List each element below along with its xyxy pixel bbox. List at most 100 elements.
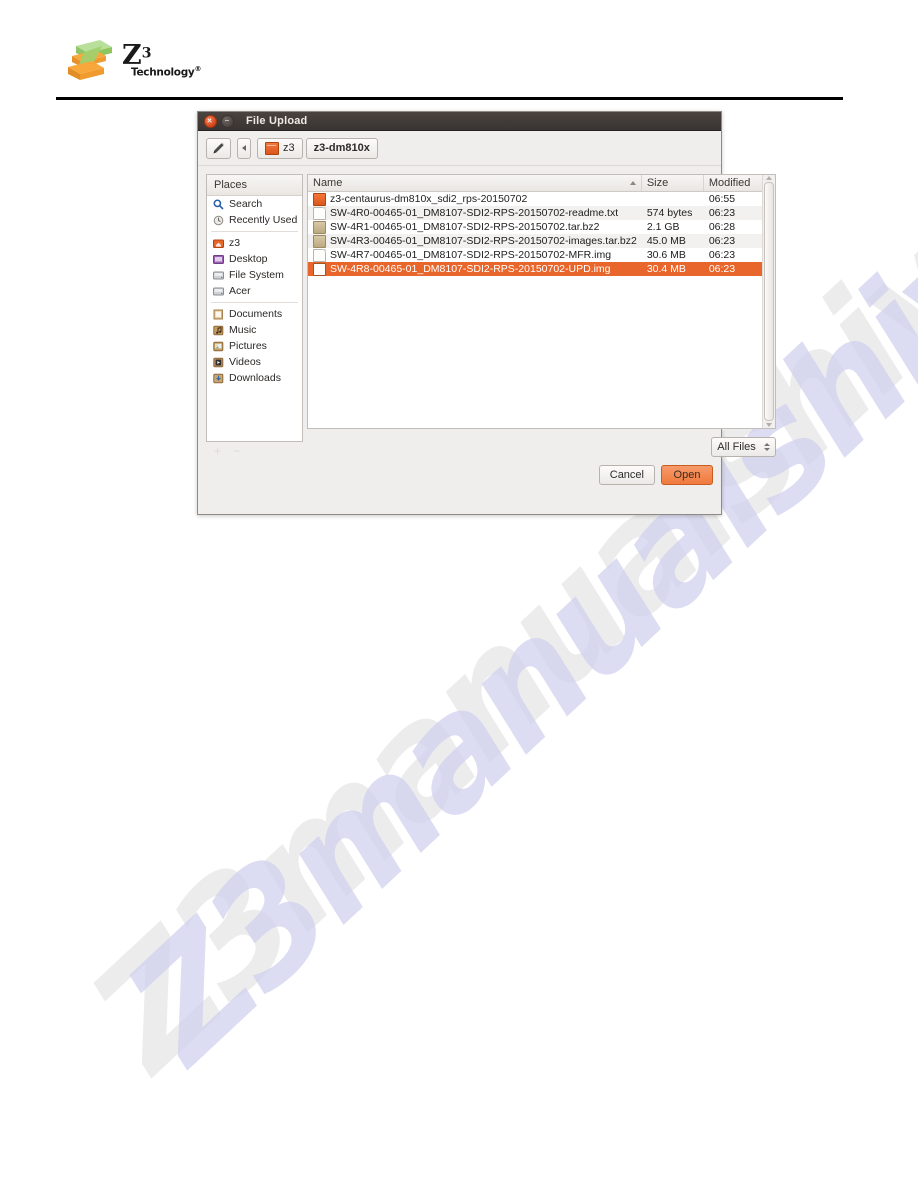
- file-modified-cell: 06:55: [708, 193, 736, 205]
- file-modified-cell: 06:23: [708, 249, 736, 261]
- sidebar-item-downloads[interactable]: Downloads: [207, 370, 302, 386]
- column-header-size-label: Size: [646, 177, 669, 189]
- drive-icon: [212, 285, 224, 297]
- filelist-vertical-scrollbar[interactable]: [761, 175, 775, 428]
- scroll-down-icon[interactable]: [765, 423, 772, 427]
- table-row-selected[interactable]: SW-4R8-00465-01_DM8107-SDI2-RPS-20150702…: [308, 262, 762, 276]
- file-type-filter-select[interactable]: All Files: [711, 437, 776, 457]
- brand-logo: Z3 Technology®: [62, 36, 201, 84]
- sidebar-item-desktop[interactable]: Desktop: [207, 251, 302, 267]
- drive-icon: [212, 269, 224, 281]
- sidebar-item-label: Desktop: [229, 253, 268, 265]
- file-name-cell: SW-4R1-00465-01_DM8107-SDI2-RPS-20150702…: [308, 220, 642, 234]
- sidebar-item-file-system[interactable]: File System: [207, 267, 302, 283]
- table-row[interactable]: SW-4R1-00465-01_DM8107-SDI2-RPS-20150702…: [308, 220, 762, 234]
- sidebar-item-z3[interactable]: z3: [207, 235, 302, 251]
- column-header-modified-label: Modified: [708, 177, 751, 189]
- file-upload-dialog: File Upload z3 z3-dm810x Places Search R…: [197, 111, 776, 515]
- sidebar-item-label: z3: [229, 237, 241, 249]
- sidebar-item-recently-used[interactable]: Recently Used: [207, 212, 302, 228]
- chevron-updown-icon: [763, 443, 770, 451]
- file-name-label: SW-4R8-00465-01_DM8107-SDI2-RPS-20150702…: [330, 263, 611, 275]
- breadcrumb-label: z3-dm810x: [313, 142, 370, 154]
- places-divider: [211, 302, 298, 303]
- sidebar-item-acer[interactable]: Acer: [207, 283, 302, 299]
- videos-icon: [212, 356, 224, 368]
- file-size-cell: 2.1 GB: [646, 221, 680, 233]
- file-size-cell: 30.6 MB: [646, 249, 686, 261]
- type-location-button[interactable]: [206, 137, 231, 159]
- file-name-label: SW-4R3-00465-01_DM8107-SDI2-RPS-20150702…: [330, 235, 637, 247]
- file-size-cell: 30.4 MB: [646, 263, 686, 275]
- filelist-area: Name Size Modified z3-centaurus-dm810x_s…: [307, 174, 776, 460]
- sort-ascending-icon: [629, 181, 636, 185]
- places-header: Places: [207, 175, 302, 196]
- filelist-main: Name Size Modified z3-centaurus-dm810x_s…: [308, 175, 762, 428]
- column-header-name-label: Name: [313, 177, 343, 189]
- file-name-label: SW-4R1-00465-01_DM8107-SDI2-RPS-20150702…: [330, 221, 600, 233]
- add-place-button[interactable]: +: [214, 445, 221, 457]
- search-icon: [212, 198, 224, 210]
- sidebar-item-videos[interactable]: Videos: [207, 354, 302, 370]
- remove-place-button[interactable]: −: [233, 445, 240, 457]
- table-row[interactable]: SW-4R3-00465-01_DM8107-SDI2-RPS-20150702…: [308, 234, 762, 248]
- sidebar-item-label: Music: [229, 324, 257, 336]
- sidebar-item-music[interactable]: Music: [207, 322, 302, 338]
- file-name-cell: z3-centaurus-dm810x_sdi2_rps-20150702: [308, 192, 642, 206]
- breadcrumb-z3-dm810x[interactable]: z3-dm810x: [305, 137, 378, 159]
- column-header-name[interactable]: Name: [308, 175, 642, 191]
- file-modified-cell: 06:23: [708, 235, 736, 247]
- scroll-up-icon[interactable]: [765, 176, 772, 180]
- dialog-body: Places Search Recently Used z3 Desktop F…: [198, 166, 776, 460]
- table-row[interactable]: z3-centaurus-dm810x_sdi2_rps-20150702 06…: [308, 192, 762, 206]
- sidebar-item-pictures[interactable]: Pictures: [207, 338, 302, 354]
- close-icon[interactable]: [204, 114, 217, 128]
- header-divider: [56, 97, 843, 100]
- sidebar-item-label: Downloads: [229, 372, 281, 384]
- breadcrumb-z3[interactable]: z3: [257, 137, 303, 159]
- file-name-label: SW-4R7-00465-01_DM8107-SDI2-RPS-20150702…: [330, 249, 612, 261]
- z3-cube-logo-icon: [62, 36, 114, 84]
- file-modified-cell: 06:23: [708, 263, 736, 275]
- sidebar-item-documents[interactable]: Documents: [207, 306, 302, 322]
- file-modified-cell: 06:23: [708, 207, 736, 219]
- file-size-cell: 574 bytes: [646, 207, 693, 219]
- brand-name-sub: Technology®: [131, 65, 202, 79]
- file-name-cell: SW-4R8-00465-01_DM8107-SDI2-RPS-20150702…: [308, 262, 642, 276]
- cancel-button[interactable]: Cancel: [598, 465, 655, 485]
- table-row[interactable]: SW-4R0-00465-01_DM8107-SDI2-RPS-20150702…: [308, 206, 762, 220]
- dialog-action-buttons: Cancel Open: [198, 460, 721, 485]
- sidebar-item-label: File System: [229, 269, 284, 281]
- dialog-title: File Upload: [246, 115, 308, 127]
- chevron-left-icon: [242, 145, 246, 151]
- archive-icon: [313, 220, 326, 234]
- file-filter-row: All Files: [307, 429, 776, 460]
- sidebar-item-label: Search: [229, 198, 263, 210]
- sidebar-item-label: Videos: [229, 356, 261, 368]
- file-size-cell: 45.0 MB: [646, 235, 686, 247]
- folder-icon: [313, 192, 326, 206]
- open-button[interactable]: Open: [661, 465, 713, 485]
- file-name-label: z3-centaurus-dm810x_sdi2_rps-20150702: [330, 193, 528, 205]
- sidebar-item-label: Recently Used: [229, 214, 298, 226]
- folder-icon: [265, 141, 279, 155]
- places-footer: + −: [206, 442, 303, 460]
- path-toolbar: z3 z3-dm810x: [198, 131, 721, 166]
- disk-image-icon: [313, 248, 326, 262]
- brand-wordmark: Z3 Technology®: [122, 42, 201, 78]
- minimize-icon[interactable]: [221, 114, 234, 128]
- path-back-button[interactable]: [237, 137, 251, 159]
- sidebar-item-label: Pictures: [229, 340, 267, 352]
- column-header-modified[interactable]: Modified: [704, 175, 762, 191]
- breadcrumb-label: z3: [283, 142, 295, 154]
- documents-icon: [212, 308, 224, 320]
- places-divider: [211, 231, 298, 232]
- sidebar-item-search[interactable]: Search: [207, 196, 302, 212]
- scrollbar-thumb[interactable]: [763, 182, 774, 421]
- downloads-icon: [212, 372, 224, 384]
- dialog-titlebar[interactable]: File Upload: [198, 112, 721, 131]
- sidebar-item-label: Acer: [229, 285, 251, 297]
- column-header-size[interactable]: Size: [642, 175, 704, 191]
- file-name-cell: SW-4R0-00465-01_DM8107-SDI2-RPS-20150702…: [308, 206, 642, 220]
- table-row[interactable]: SW-4R7-00465-01_DM8107-SDI2-RPS-20150702…: [308, 248, 762, 262]
